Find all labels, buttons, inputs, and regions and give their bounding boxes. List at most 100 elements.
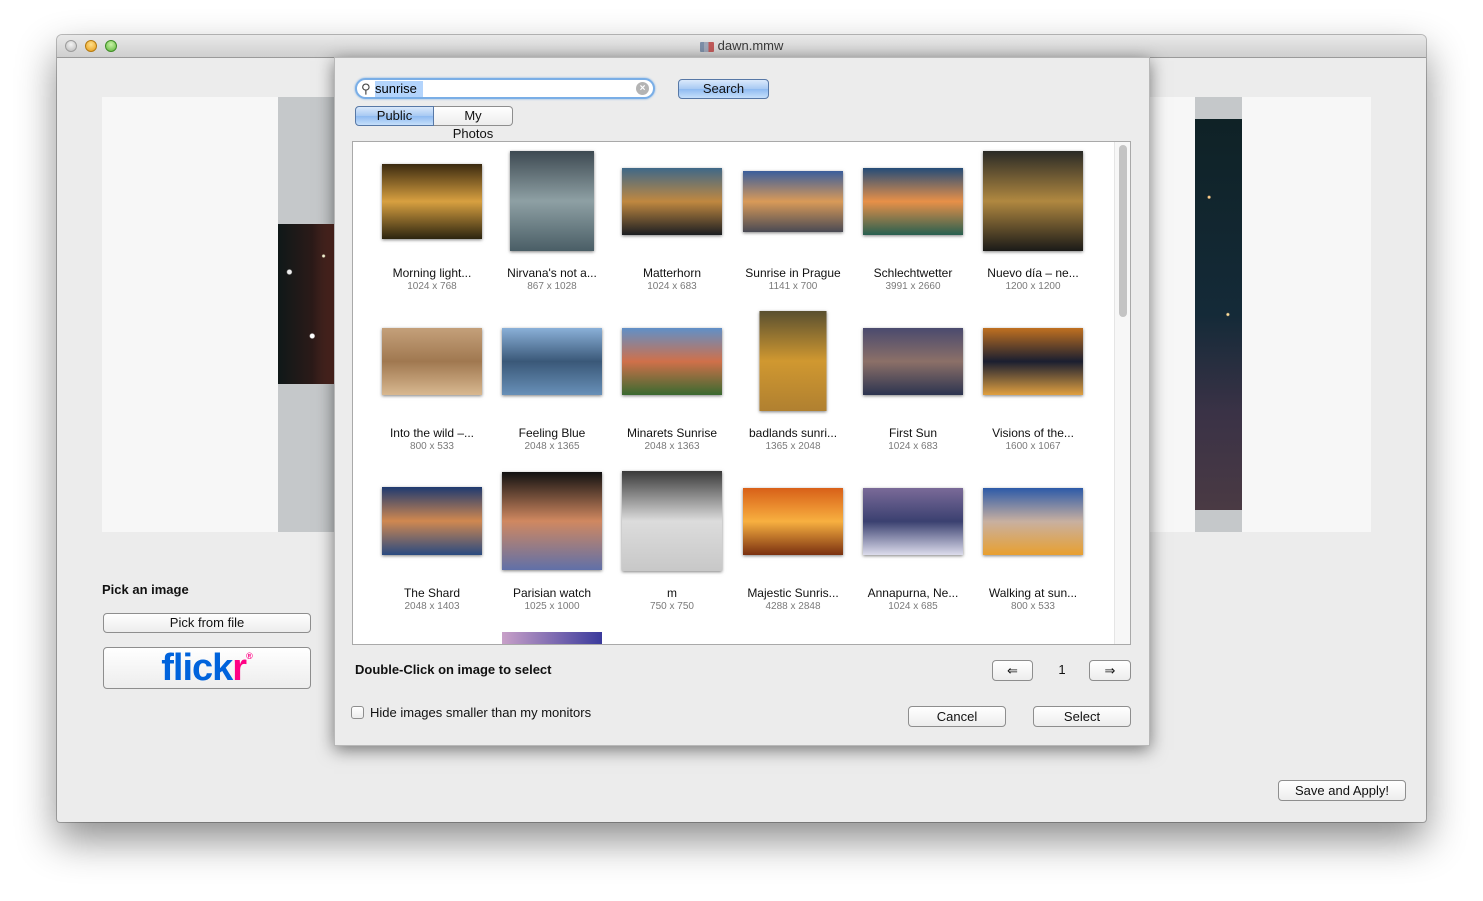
photo-dimensions: 1025 x 1000 bbox=[524, 601, 580, 612]
photo-title: The Shard bbox=[403, 586, 461, 600]
photo-item[interactable]: Matterhorn 1024 x 683 bbox=[612, 150, 732, 310]
title-bar[interactable]: dawn.mmw bbox=[57, 35, 1426, 58]
hide-small-images-label[interactable]: Hide images smaller than my monitors bbox=[370, 705, 591, 720]
photo-title: Walking at sun... bbox=[988, 586, 1078, 600]
flickr-picker-sheet: ⚲ × Search Public My Photos Morning ligh… bbox=[334, 57, 1150, 746]
photo-dimensions: 2048 x 1403 bbox=[404, 601, 460, 612]
photo-thumbnail-partial[interactable] bbox=[502, 632, 602, 644]
photo-item[interactable]: Schlechtwetter 3991 x 2660 bbox=[853, 150, 973, 310]
photo-dimensions: 2048 x 1363 bbox=[644, 441, 700, 452]
photo-thumbnail[interactable] bbox=[743, 487, 843, 555]
photo-dimensions: 3991 x 2660 bbox=[885, 281, 941, 292]
search-input[interactable] bbox=[375, 81, 630, 96]
hide-small-images-checkbox[interactable] bbox=[351, 706, 364, 719]
search-icon: ⚲ bbox=[361, 81, 371, 96]
select-button[interactable]: Select bbox=[1033, 706, 1131, 727]
pick-from-file-button[interactable]: Pick from file bbox=[103, 613, 311, 633]
photo-title: Nirvana's not a... bbox=[507, 266, 597, 280]
photo-title: Annapurna, Ne... bbox=[867, 586, 959, 600]
photo-item[interactable]: Nirvana's not a... 867 x 1028 bbox=[492, 150, 612, 310]
photo-item[interactable]: Parisian watch 1025 x 1000 bbox=[492, 470, 612, 630]
photo-title: Schlechtwetter bbox=[873, 266, 953, 280]
photo-title: Minarets Sunrise bbox=[626, 426, 718, 440]
photo-dimensions: 4288 x 2848 bbox=[765, 601, 821, 612]
photo-dimensions: 1365 x 2048 bbox=[765, 441, 821, 452]
page-number: 1 bbox=[1058, 662, 1066, 677]
photo-thumbnail[interactable] bbox=[622, 167, 722, 235]
photo-item[interactable]: First Sun 1024 x 683 bbox=[853, 310, 973, 470]
photo-dimensions: 800 x 533 bbox=[410, 441, 454, 452]
search-field[interactable]: ⚲ × bbox=[355, 78, 655, 99]
photo-thumbnail[interactable] bbox=[983, 151, 1083, 251]
preview-image-band bbox=[1195, 119, 1242, 510]
photo-thumbnail[interactable] bbox=[502, 327, 602, 395]
previous-page-button[interactable]: ⇐ bbox=[992, 660, 1033, 681]
photo-title: Morning light... bbox=[392, 266, 472, 280]
photo-thumbnail[interactable] bbox=[622, 471, 722, 571]
photo-thumbnail[interactable] bbox=[863, 327, 963, 395]
registered-mark: ® bbox=[246, 651, 253, 661]
photo-item[interactable]: Minarets Sunrise 2048 x 1363 bbox=[612, 310, 732, 470]
segment-my-photos[interactable]: My Photos bbox=[434, 106, 513, 141]
photo-item[interactable]: The Shard 2048 x 1403 bbox=[372, 470, 492, 630]
photo-dimensions: 1024 x 685 bbox=[888, 601, 938, 612]
photo-dimensions: 1200 x 1200 bbox=[1005, 281, 1061, 292]
photo-item[interactable]: Walking at sun... 800 x 533 bbox=[973, 470, 1093, 630]
photo-thumbnail[interactable] bbox=[622, 327, 722, 395]
photo-item[interactable]: m 750 x 750 bbox=[612, 470, 732, 630]
segment-public[interactable]: Public bbox=[355, 106, 434, 126]
photo-title: Matterhorn bbox=[642, 266, 702, 280]
cancel-button[interactable]: Cancel bbox=[908, 706, 1006, 727]
photo-title: Parisian watch bbox=[512, 586, 592, 600]
photo-thumbnail[interactable] bbox=[510, 151, 594, 251]
preview-image-right bbox=[1195, 97, 1242, 532]
photo-item[interactable]: Into the wild –... 800 x 533 bbox=[372, 310, 492, 470]
photo-item[interactable]: Morning light... 1024 x 768 bbox=[372, 150, 492, 310]
photo-title: Nuevo día – ne... bbox=[987, 266, 1079, 280]
next-page-button[interactable]: ⇒ bbox=[1089, 660, 1131, 681]
save-and-apply-button[interactable]: Save and Apply! bbox=[1278, 780, 1406, 801]
photo-dimensions: 1141 x 700 bbox=[768, 281, 818, 292]
clear-search-icon[interactable]: × bbox=[636, 82, 649, 95]
photo-dimensions: 2048 x 1365 bbox=[524, 441, 580, 452]
flickr-button[interactable]: flickr® bbox=[103, 647, 311, 689]
window-title-text: dawn.mmw bbox=[717, 38, 784, 53]
photo-grid[interactable]: Morning light... 1024 x 768 Nirvana's not … bbox=[352, 141, 1131, 645]
photo-item[interactable]: Feeling Blue 2048 x 1365 bbox=[492, 310, 612, 470]
photo-thumbnail[interactable] bbox=[863, 167, 963, 235]
photo-dimensions: 867 x 1028 bbox=[527, 281, 577, 292]
double-click-hint: Double-Click on image to select bbox=[355, 662, 552, 677]
photo-thumbnail[interactable] bbox=[743, 170, 843, 232]
photo-item[interactable]: Majestic Sunris... 4288 x 2848 bbox=[733, 470, 853, 630]
document-icon bbox=[699, 41, 714, 52]
photo-title: m bbox=[667, 586, 677, 600]
vertical-scrollbar[interactable] bbox=[1114, 142, 1130, 644]
source-segmented-control: Public My Photos bbox=[355, 106, 513, 141]
photo-thumbnail[interactable] bbox=[863, 487, 963, 555]
photo-title: Into the wild –... bbox=[389, 426, 475, 440]
photo-dimensions: 1600 x 1067 bbox=[1005, 441, 1061, 452]
photo-thumbnail[interactable] bbox=[983, 487, 1083, 555]
preview-image-left bbox=[278, 97, 335, 532]
photo-dimensions: 1024 x 683 bbox=[647, 281, 697, 292]
photo-thumbnail[interactable] bbox=[382, 487, 482, 555]
photo-dimensions: 750 x 750 bbox=[650, 601, 694, 612]
photo-thumbnail[interactable] bbox=[759, 311, 827, 411]
photo-thumbnail[interactable] bbox=[382, 327, 482, 395]
photo-title: Majestic Sunris... bbox=[747, 586, 839, 600]
photo-thumbnail[interactable] bbox=[502, 472, 602, 570]
photo-thumbnail[interactable] bbox=[382, 163, 482, 239]
photo-item[interactable]: badlands sunri... 1365 x 2048 bbox=[733, 310, 853, 470]
photo-item[interactable]: Annapurna, Ne... 1024 x 685 bbox=[853, 470, 973, 630]
preview-image-band bbox=[278, 224, 335, 384]
photo-item[interactable]: Nuevo día – ne... 1200 x 1200 bbox=[973, 150, 1093, 310]
window-title: dawn.mmw bbox=[57, 38, 1426, 53]
search-button[interactable]: Search bbox=[678, 79, 769, 99]
photo-item[interactable]: Sunrise in Prague 1141 x 700 bbox=[733, 150, 853, 310]
photo-title: First Sun bbox=[888, 426, 937, 440]
photo-dimensions: 1024 x 768 bbox=[407, 281, 457, 292]
photo-item[interactable]: Visions of the... 1600 x 1067 bbox=[973, 310, 1093, 470]
photo-thumbnail[interactable] bbox=[983, 327, 1083, 395]
scrollbar-thumb[interactable] bbox=[1119, 145, 1127, 317]
photo-dimensions: 800 x 533 bbox=[1011, 601, 1055, 612]
